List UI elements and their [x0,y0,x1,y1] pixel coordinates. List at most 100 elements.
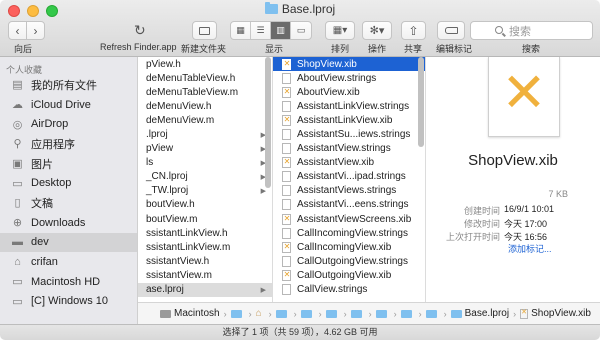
column-parent-item[interactable]: boutView.m [138,212,272,226]
file-item[interactable]: AssistantLinkView.strings [273,99,425,113]
path-segment[interactable] [350,309,365,318]
file-item[interactable]: ShopView.xib [273,57,425,72]
sidebar-item[interactable]: ▯ 文稿 [0,193,137,213]
column-parent-item[interactable]: ase.lproj ▶ [138,282,272,297]
file-item[interactable]: AboutView.strings [273,71,425,85]
sidebar-item[interactable]: ▭ Desktop [0,173,137,193]
path-separator-icon: › [318,308,322,319]
file-item[interactable]: CallOutgoingView.strings [273,254,425,268]
file-item[interactable]: AssistantLinkView.xib [273,113,425,127]
path-segment[interactable] [375,309,390,318]
file-item[interactable]: CallView.strings [273,283,425,297]
folder-plus-icon [199,26,210,35]
column-parent-item[interactable]: ssistantView.h [138,254,272,268]
add-tags-link[interactable]: 添加标记... [508,242,552,255]
view-mode-control[interactable]: ▦ ☰ ▥ ▭ [230,21,312,40]
path-segment[interactable]: ShopView.xib [520,308,591,319]
strings-file-icon [282,185,291,197]
sidebar-item[interactable]: ⊕ Downloads [0,213,137,233]
sidebar-item[interactable]: ▣ 图片 [0,154,137,174]
preview-file-name: ShopView.xib [468,152,558,169]
file-item[interactable]: CallIncomingView.strings [273,226,425,240]
sidebar-item[interactable]: ▬ dev [0,232,137,253]
column-parent-item[interactable]: _TW.lproj ▶ [138,184,272,198]
column-parent-item[interactable]: deMenuView.h [138,99,272,113]
path-segment[interactable] [325,309,340,318]
path-separator-icon: › [443,308,447,319]
file-item[interactable]: AssistantView.xib [273,156,425,170]
documents-icon: ▯ [14,197,21,210]
path-segment[interactable]: Macintosh [160,308,220,319]
icon-view-icon[interactable]: ▦ [231,22,251,39]
strings-file-icon [282,199,291,211]
path-segment[interactable] [400,309,415,318]
column-parent-item[interactable]: ssistantLinkView.h [138,226,272,240]
column-parent-item[interactable]: .lproj ▶ [138,127,272,141]
column-parent-item[interactable]: ssistantView.m [138,268,272,282]
column-parent-item[interactable]: deMenuTableView.m [138,85,272,99]
column-parent-item[interactable]: ls ▶ [138,156,272,170]
cover-flow-icon[interactable]: ▭ [291,22,311,39]
file-item[interactable]: AboutView.xib [273,85,425,99]
applications-icon: ⚲ [13,138,22,151]
sidebar-item[interactable]: ▤ 我的所有文件 [0,75,137,95]
arrange-button[interactable]: ▦▾ [325,21,355,40]
file-item-label: AboutView.xib [297,86,360,98]
refresh-label[interactable]: Refresh Finder.app [100,42,177,52]
xib-file-icon [282,86,291,98]
sidebar-item[interactable]: ⚲ 应用程序 [0,134,137,154]
list-view-icon[interactable]: ☰ [251,22,271,39]
search-field[interactable]: 搜索 [470,21,593,40]
sidebar-item[interactable]: ◎ AirDrop [0,114,137,134]
path-separator-icon: › [368,308,372,319]
finder-window: Base.lproj ‹ › 向后 ↻ Refresh Finder.app 新… [0,0,600,340]
action-button[interactable]: ✻▾ [362,21,392,40]
column-item-label: boutView.h [146,199,195,211]
file-item[interactable]: AssistantViews.strings [273,184,425,198]
sidebar-item[interactable]: ▭ Macintosh HD [0,272,137,292]
refresh-icon[interactable]: ↻ [134,22,146,39]
new-folder-button[interactable] [192,21,217,40]
column-parent-item[interactable]: pView.h [138,57,272,71]
file-item[interactable]: AssistantVi...eens.strings [273,198,425,212]
sidebar: 个人收藏 ▤ 我的所有文件 ☁ iCloud Drive ◎ AirDrop ⚲ 应用程序 ▣ 图… [0,57,138,324]
path-segment[interactable] [300,309,315,318]
path-segment[interactable]: ⌂ [256,308,265,319]
strings-file-icon [282,227,291,239]
file-item[interactable]: AssistantViewScreens.xib [273,212,425,226]
edit-tags-button[interactable] [437,21,465,40]
file-item[interactable]: CallIncomingView.xib [273,240,425,254]
column-parent-item[interactable]: _CN.lproj ▶ [138,170,272,184]
sidebar-item[interactable]: ⌂ crifan [0,252,137,272]
column-files-scrollbar[interactable] [418,57,424,147]
file-item[interactable]: AssistantSu...iews.strings [273,127,425,141]
modified-label: 修改时间 [463,219,500,229]
column-parent-item[interactable]: deMenuView.m [138,113,272,127]
file-item[interactable]: AssistantVi...ipad.strings [273,170,425,184]
forward-button[interactable]: › [26,21,45,40]
path-segment[interactable]: Base.lproj [450,308,509,319]
column-parent-item[interactable]: boutView.h [138,198,272,212]
column-view-icon[interactable]: ▥ [271,22,291,39]
path-segment[interactable] [275,309,290,318]
sidebar-item[interactable]: ☁ iCloud Drive [0,95,137,115]
xib-document-icon: ✕ [488,57,560,137]
column-parent-item[interactable]: pView ▶ [138,142,272,156]
file-item[interactable]: CallOutgoingView.xib [273,268,425,282]
column-parent-item[interactable]: deMenuTableView.h [138,71,272,85]
sidebar-item[interactable]: ▭ [C] Windows 10 [0,292,137,312]
back-button[interactable]: ‹ [8,21,27,40]
file-item-label: CallOutgoingView.strings [297,255,408,267]
file-item[interactable]: AssistantView.strings [273,142,425,156]
modified-value: 今天 17:00 [504,219,548,229]
chevron-left-icon: ‹ [15,23,20,38]
share-button[interactable]: ⇧ [401,21,426,40]
preview-file-size: 7 KB [548,189,568,199]
path-segment[interactable] [230,309,245,318]
column-parent-item[interactable]: ssistantLinkView.m [138,240,272,254]
path-segment[interactable] [425,309,440,318]
opened-label: 上次打开时间 [445,232,500,242]
xib-file-icon [282,269,291,281]
column-parent-scrollbar[interactable] [265,57,271,188]
path-separator-icon: › [248,308,252,319]
